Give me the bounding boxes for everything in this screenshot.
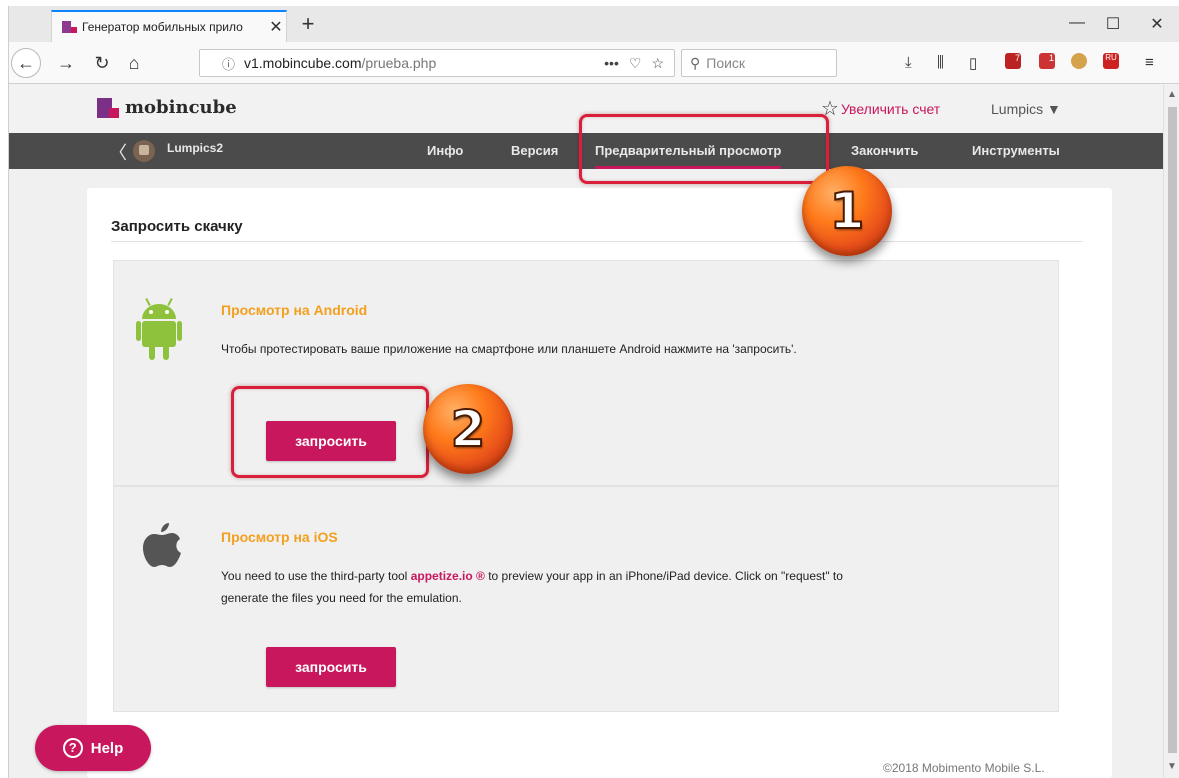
apple-icon (143, 523, 181, 567)
search-input[interactable]: ⚲ Поиск (681, 49, 837, 77)
ios-request-button[interactable]: запросить (266, 647, 396, 687)
back-chevron-icon[interactable]: 〈 (109, 139, 127, 165)
minimize-button[interactable]: — (1067, 14, 1087, 32)
address-bar[interactable]: ⓘ v1.mobincube.com/prueba.php ••• ♡ ☆ (199, 49, 675, 77)
project-avatar (133, 140, 155, 162)
step-badge-1: 1 (802, 166, 892, 256)
request-download-card: Запросить скачку Просмотр на Android Что… (87, 188, 1112, 778)
pocket-icon[interactable]: ♡ (629, 55, 642, 72)
tab-bar: Генератор мобильных прило ✕ + — ☐ ✕ (9, 6, 1179, 42)
monkey-extension-icon[interactable] (1071, 53, 1087, 69)
tab-version[interactable]: Версия (511, 143, 558, 158)
page-actions-icon[interactable]: ••• (604, 55, 619, 71)
scroll-up-icon[interactable]: ▲ (1167, 89, 1177, 100)
upgrade-account-link[interactable]: ☆ Увеличить счет (821, 99, 941, 119)
browser-window: Генератор мобильных прило ✕ + — ☐ ✕ ← → … (8, 6, 1179, 778)
scroll-down-icon[interactable]: ▼ (1167, 761, 1177, 772)
page-content: mobincube ☆ Увеличить счет Lumpics ▼ 〈 L… (9, 85, 1163, 778)
url-host: v1.mobincube.com (244, 55, 362, 71)
tab-finish[interactable]: Закончить (851, 143, 918, 158)
library-icon[interactable]: ⫼ (937, 54, 944, 71)
copyright-footer: ©2018 Mobimento Mobile S.L. (883, 761, 1045, 775)
shield-extension-icon[interactable]: 1 (1039, 53, 1055, 69)
menu-icon[interactable]: ≡ (1145, 54, 1154, 71)
upgrade-label: Увеличить счет (840, 101, 941, 117)
close-window-button[interactable]: ✕ (1147, 14, 1167, 34)
browser-tab[interactable]: Генератор мобильных прило ✕ (51, 10, 287, 42)
ios-description: You need to use the third-party tool app… (221, 565, 861, 609)
forward-icon[interactable]: → (53, 50, 79, 76)
android-title: Просмотр на Android (221, 302, 368, 318)
ru-extension-icon[interactable]: RU (1103, 53, 1119, 69)
navigation-toolbar: ← → ↻ ⌂ ⓘ v1.mobincube.com/prueba.php ••… (9, 42, 1179, 84)
android-icon (136, 297, 182, 360)
step-badge-2: 2 (423, 384, 513, 474)
help-button[interactable]: ? Help (35, 725, 151, 771)
project-name: Lumpics2 (167, 141, 224, 155)
user-menu[interactable]: Lumpics ▼ (991, 101, 1061, 117)
new-tab-button[interactable]: + (295, 12, 321, 38)
appetize-link[interactable]: appetize.io ® (411, 569, 485, 583)
site-info-icon[interactable]: ⓘ (222, 54, 244, 73)
android-description: Чтобы протестировать ваше приложение на … (221, 342, 797, 356)
url-text: v1.mobincube.com/prueba.php (244, 55, 604, 71)
home-icon[interactable]: ⌂ (121, 50, 147, 76)
step-number-1: 1 (829, 181, 866, 241)
scrollbar-thumb[interactable] (1168, 107, 1177, 753)
download-icon[interactable]: ⤓ (905, 54, 912, 71)
mobincube-favicon-icon (62, 21, 77, 33)
maximize-button[interactable]: ☐ (1103, 14, 1123, 34)
tab-title: Генератор мобильных прило (82, 20, 243, 34)
ublock-extension-icon[interactable]: 7 (1005, 53, 1021, 69)
help-icon: ? (62, 738, 83, 758)
sidebar-icon[interactable]: ▯ (969, 54, 977, 72)
help-label: Help (90, 739, 124, 757)
page-scrollbar[interactable]: ▲ ▼ (1163, 85, 1179, 778)
search-icon: ⚲ (690, 54, 701, 71)
highlight-preview-tab (579, 114, 829, 184)
search-placeholder: Поиск (706, 55, 746, 71)
ios-title: Просмотр на iOS (221, 529, 338, 545)
ios-panel: Просмотр на iOS You need to use the thir… (113, 486, 1059, 712)
tab-tools[interactable]: Инструменты (972, 143, 1060, 158)
url-path: /prueba.php (361, 55, 437, 71)
logo-text: mobincube (125, 97, 237, 118)
highlight-request-button (231, 386, 429, 478)
tab-info[interactable]: Инфо (427, 143, 463, 158)
back-icon[interactable]: ← (11, 48, 41, 78)
ios-text-before: You need to use the third-party tool (221, 569, 411, 583)
reload-icon[interactable]: ↻ (89, 50, 115, 76)
step-number-2: 2 (450, 399, 487, 459)
bookmark-star-icon[interactable]: ☆ (651, 55, 664, 72)
tab-close-icon[interactable]: ✕ (266, 17, 286, 37)
mobincube-logo[interactable]: mobincube (97, 97, 237, 118)
card-title: Запросить скачку (111, 218, 243, 235)
divider (111, 241, 1083, 242)
logo-mark-icon (97, 97, 119, 118)
